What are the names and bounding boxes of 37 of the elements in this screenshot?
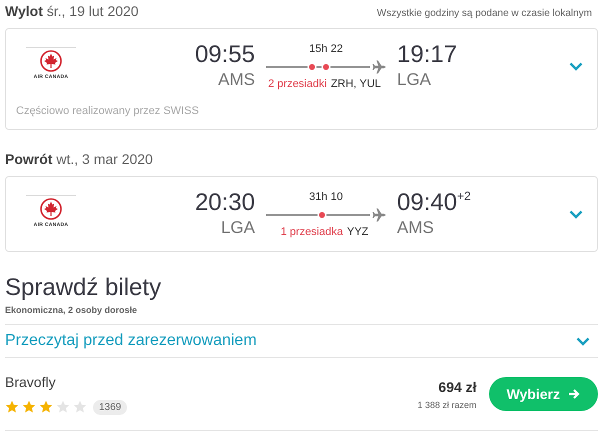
stop-airport: YUL (359, 78, 381, 90)
total-price: 1 388 zł razem (418, 400, 477, 410)
arrival-airport: AMS (397, 217, 434, 239)
arrival-time: 09:40 (397, 189, 458, 216)
star-icon (22, 400, 36, 414)
expand-icon[interactable] (576, 336, 590, 346)
timezone-note: Wszystkie godziny są podane w czasie lokalnym (376, 8, 593, 19)
stops-count: 2 przesiadki (268, 78, 327, 90)
review-count: 1369 (93, 400, 128, 414)
flight-duration: 31h 10 (309, 190, 343, 204)
section-title: Sprawdź bilety (5, 273, 162, 303)
star-icon (5, 400, 19, 414)
departure-airport: LGA (220, 217, 255, 239)
stops-count: 1 przesiadka (280, 226, 343, 238)
departure-time: 09:55 (194, 41, 255, 69)
star-icon (56, 400, 70, 414)
maple-leaf-icon (40, 198, 62, 220)
section-subtitle: Ekonomiczna, 2 osoby dorosłe (5, 305, 598, 325)
flight-duration: 15h 22 (309, 42, 343, 56)
star-icon (73, 400, 87, 414)
star-icon (39, 400, 53, 414)
stop-airport: ZRH, (330, 78, 356, 90)
stop-airport: YYZ (346, 226, 368, 238)
operator-note: Częściowo realizowany przez SWISS (15, 104, 200, 117)
arrival-time: 19:17 (397, 41, 458, 68)
day-offset: +2 (457, 189, 471, 203)
price: 694 zł (437, 378, 477, 394)
leg-heading: Wylot śr., 19 lut 2020 (5, 3, 139, 19)
arrow-right-icon (568, 388, 580, 400)
maple-leaf-icon (40, 50, 62, 72)
departure-time: 20:30 (194, 189, 255, 217)
expand-icon[interactable] (569, 210, 583, 218)
expand-icon[interactable] (569, 62, 583, 70)
leg-heading: Powrót wt., 3 mar 2020 (5, 151, 153, 167)
arrival-airport: LGA (397, 69, 432, 91)
provider-name: Bravofly (5, 374, 57, 390)
departure-airport: AMS (218, 69, 255, 91)
